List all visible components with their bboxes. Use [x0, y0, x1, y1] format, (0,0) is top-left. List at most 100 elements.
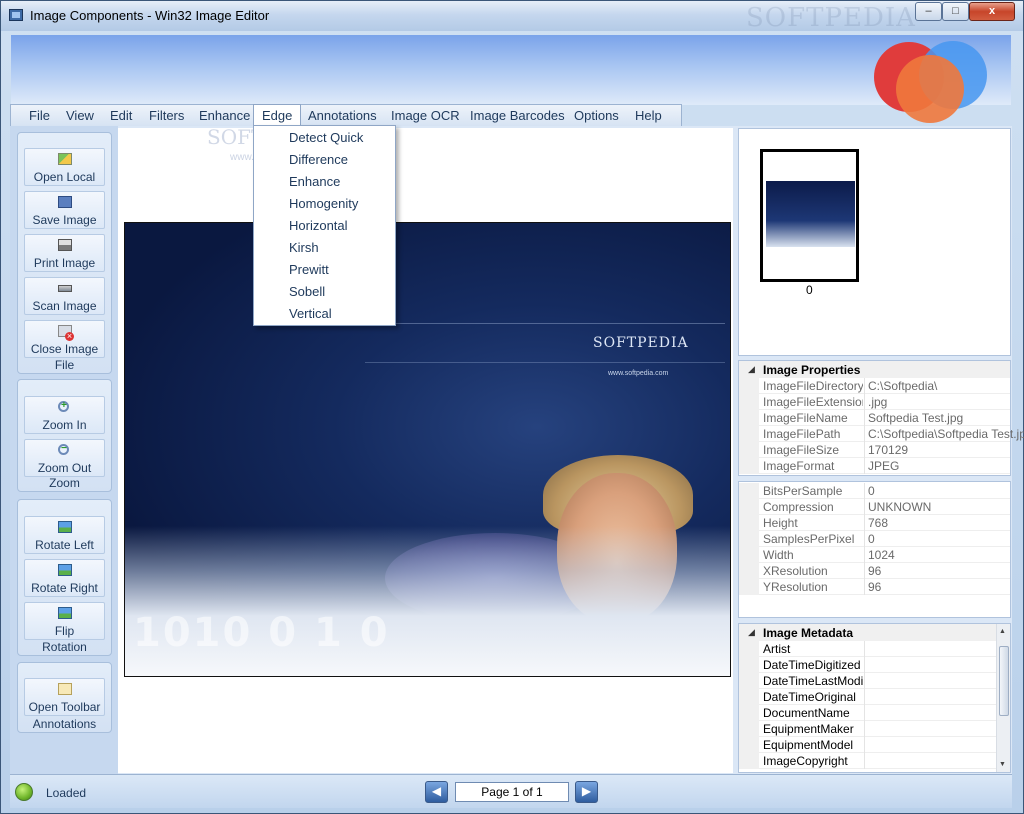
status-ok-icon	[15, 783, 33, 801]
edge-difference[interactable]: Difference	[289, 152, 348, 167]
edge-dropdown-menu: Detect Quick Difference Enhance Homogeni…	[253, 125, 396, 326]
scroll-down-icon[interactable]: ▼	[999, 761, 1006, 768]
property-row[interactable]: XResolution 96	[739, 563, 1010, 579]
metadata-row[interactable]: ImageCopyright	[739, 753, 1010, 769]
property-value: C:\Softpedia\	[868, 379, 938, 393]
rotate-left-button[interactable]: Rotate Left	[24, 516, 105, 554]
property-row[interactable]: SamplesPerPixel 0	[739, 531, 1010, 547]
property-row[interactable]: ImageFileName Softpedia Test.jpg	[739, 410, 1010, 426]
metadata-row[interactable]: DateTimeOriginal	[739, 689, 1010, 705]
group-label-rotation: Rotation	[42, 640, 87, 654]
open-toolbar-button[interactable]: Open Toolbar	[24, 678, 105, 716]
property-row[interactable]: ImageFilePath C:\Softpedia\Softpedia Test…	[739, 426, 1024, 442]
metadata-key: EquipmentMaker	[763, 722, 854, 736]
metadata-row[interactable]: Artist	[739, 641, 1010, 657]
collapse-triangle-icon[interactable]: ◢	[748, 364, 755, 375]
edge-prewitt[interactable]: Prewitt	[289, 262, 329, 277]
open-image-icon	[58, 153, 72, 165]
metadata-key: ImageCopyright	[763, 754, 848, 768]
metadata-key: DateTimeOriginal	[763, 690, 856, 704]
flip-button[interactable]: Flip	[24, 602, 105, 640]
thumbnail[interactable]	[760, 149, 859, 282]
window-title: Image Components - Win32 Image Editor	[30, 8, 270, 23]
property-key: Height	[763, 516, 798, 530]
property-row[interactable]: ImageFileExtension .jpg	[739, 394, 1010, 410]
menu-enhance[interactable]: Enhance	[197, 105, 252, 127]
property-row[interactable]: ImageFileSize 170129	[739, 442, 1010, 458]
property-row[interactable]: ImageFileDirectory C:\Softpedia\	[739, 378, 1010, 394]
close-image-button[interactable]: Close Image	[24, 320, 105, 358]
title-bar[interactable]: Image Components - Win32 Image Editor SO…	[1, 1, 1023, 33]
previous-page-button[interactable]: ◀	[425, 781, 448, 803]
image-metadata-header[interactable]: ◢ Image Metadata	[739, 624, 1010, 641]
menu-view[interactable]: View	[64, 105, 96, 127]
displayed-image[interactable]: SOFTPEDIA www.softpedia.com 1010 0 1 0	[124, 222, 731, 677]
metadata-key: EquipmentModel	[763, 738, 854, 752]
edge-sobell[interactable]: Sobell	[289, 284, 325, 299]
collapse-triangle-icon[interactable]: ◢	[748, 627, 755, 638]
menu-image-ocr[interactable]: Image OCR	[389, 105, 462, 127]
property-row[interactable]: Height 768	[739, 515, 1010, 531]
edge-vertical[interactable]: Vertical	[289, 306, 332, 321]
app-icon[interactable]	[9, 9, 23, 21]
property-key: Width	[763, 548, 794, 562]
property-row[interactable]: YResolution 96	[739, 579, 1010, 595]
menu-bar: File View Edit Filters Enhance Edge Anno…	[10, 104, 682, 127]
save-image-button[interactable]: Save Image	[24, 191, 105, 229]
menu-file[interactable]: File	[27, 105, 52, 127]
rotate-right-button[interactable]: Rotate Right	[24, 559, 105, 597]
scan-image-button[interactable]: Scan Image	[24, 277, 105, 315]
property-key: YResolution	[763, 580, 828, 594]
image-details-pane: BitsPerSample 0 Compression UNKNOWN Height…	[738, 481, 1011, 618]
image-metadata-pane: ◢ Image Metadata Artist DateTimeDigitize…	[738, 623, 1011, 773]
menu-options[interactable]: Options	[572, 105, 621, 127]
print-image-button[interactable]: Print Image	[24, 234, 105, 272]
menu-filters[interactable]: Filters	[147, 105, 186, 127]
menu-edge[interactable]: Edge	[253, 104, 302, 127]
ribbon-group-file: Open Local Save Image Print Image Scan I…	[17, 132, 112, 374]
edge-horizontal[interactable]: Horizontal	[289, 218, 348, 233]
image-metadata-title: Image Metadata	[763, 626, 854, 640]
property-key: ImageFileDirectory	[763, 379, 863, 393]
group-label-annotations: Annotations	[32, 717, 97, 731]
minimize-button[interactable]: –	[915, 2, 942, 21]
edge-kirsh[interactable]: Kirsh	[289, 240, 319, 255]
next-page-button[interactable]: ▶	[575, 781, 598, 803]
metadata-row[interactable]: DocumentName	[739, 705, 1010, 721]
property-value: 768	[868, 516, 889, 530]
maximize-button[interactable]: □	[942, 2, 969, 21]
property-value: 0	[868, 484, 875, 498]
menu-edit[interactable]: Edit	[108, 105, 134, 127]
menu-annotations[interactable]: Annotations	[306, 105, 379, 127]
open-local-button[interactable]: Open Local	[24, 148, 105, 186]
rotate-right-label: Rotate Right	[31, 581, 98, 595]
edge-detect-quick[interactable]: Detect Quick	[289, 130, 363, 145]
menu-image-barcodes[interactable]: Image Barcodes	[468, 105, 567, 127]
metadata-row[interactable]: EquipmentModel	[739, 737, 1010, 753]
scanner-icon	[58, 285, 72, 292]
scan-image-label: Scan Image	[32, 299, 97, 313]
menu-help[interactable]: Help	[633, 105, 664, 127]
zoom-in-button[interactable]: Zoom In	[24, 396, 105, 434]
property-row[interactable]: ImageFormat JPEG	[739, 458, 1010, 474]
property-row[interactable]: Compression UNKNOWN	[739, 499, 1010, 515]
edge-homogenity[interactable]: Homogenity	[289, 196, 358, 211]
property-row[interactable]: BitsPerSample 0	[739, 483, 1010, 499]
metadata-row[interactable]: DateTimeDigitized	[739, 657, 1010, 673]
zoom-out-button[interactable]: Zoom Out	[24, 439, 105, 477]
edge-enhance[interactable]: Enhance	[289, 174, 340, 189]
metadata-scrollbar[interactable]: ▲ ▼	[996, 624, 1010, 772]
property-key: SamplesPerPixel	[763, 532, 855, 546]
metadata-row[interactable]: DateTimeLastModifie	[739, 673, 1010, 689]
close-button[interactable]: x	[969, 2, 1015, 21]
scroll-up-icon[interactable]: ▲	[999, 628, 1006, 635]
scroll-thumb[interactable]	[999, 646, 1009, 716]
metadata-row[interactable]: EquipmentMaker	[739, 721, 1010, 737]
property-row[interactable]: Width 1024	[739, 547, 1010, 563]
image-properties-pane: ◢ Image Properties ImageFileDirectory C:\…	[738, 360, 1024, 476]
group-label-file: File	[54, 358, 75, 372]
property-key: ImageFileName	[763, 411, 848, 425]
property-value: Softpedia Test.jpg	[868, 411, 964, 425]
image-properties-header[interactable]: ◢ Image Properties	[739, 361, 1010, 378]
property-value: 0	[868, 532, 875, 546]
